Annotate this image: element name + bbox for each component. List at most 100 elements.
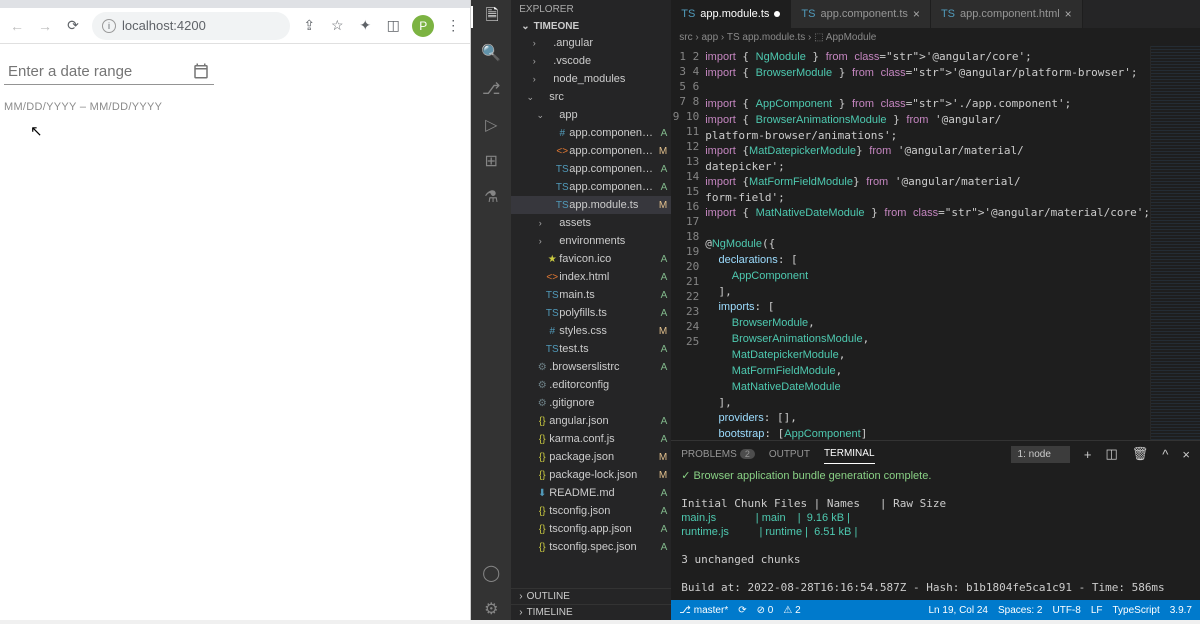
calendar-icon[interactable] bbox=[192, 62, 210, 80]
git-status: A bbox=[655, 308, 667, 319]
timeline-section[interactable]: ›TIMELINE bbox=[511, 604, 671, 620]
indent-setting[interactable]: Spaces: 2 bbox=[998, 605, 1042, 616]
code-area[interactable]: import { NgModule } from class="str">'@a… bbox=[705, 46, 1150, 440]
file-node[interactable]: <>app.component.htmlM bbox=[511, 142, 671, 160]
forward-button[interactable]: → bbox=[36, 17, 54, 35]
maximize-panel-icon[interactable]: ^ bbox=[1162, 447, 1168, 462]
git-status: A bbox=[655, 416, 667, 427]
folder-node[interactable]: ›environments bbox=[511, 232, 671, 250]
file-name: app.component.html bbox=[569, 145, 655, 157]
file-name: README.md bbox=[549, 487, 655, 499]
close-tab-icon[interactable]: × bbox=[913, 7, 920, 21]
file-node[interactable]: ★favicon.icoA bbox=[511, 250, 671, 268]
git-status: A bbox=[655, 164, 667, 175]
folder-node[interactable]: ⌄app bbox=[511, 106, 671, 124]
file-node[interactable]: <>index.htmlA bbox=[511, 268, 671, 286]
testing-icon[interactable]: ⚗ bbox=[480, 186, 502, 208]
file-node[interactable]: ⚙.gitignore bbox=[511, 394, 671, 412]
share-icon[interactable]: ⇪ bbox=[300, 17, 318, 35]
folder-node[interactable]: ⌄src bbox=[511, 88, 671, 106]
address-bar[interactable]: i localhost:4200 bbox=[92, 12, 290, 40]
file-node[interactable]: #app.component.cssA bbox=[511, 124, 671, 142]
account-icon[interactable]: ◯ bbox=[480, 562, 502, 584]
git-status: A bbox=[655, 254, 667, 265]
vscode-window: 🗎 🔍 ⎇ ▷ ⊞ ⚗ ◯ ⚙ Explorer ⌄TIMEONE ›.angu… bbox=[471, 0, 1200, 620]
file-node[interactable]: TSpolyfills.tsA bbox=[511, 304, 671, 322]
tab-output[interactable]: OUTPUT bbox=[769, 445, 810, 464]
split-terminal-icon[interactable]: ◫ bbox=[1105, 446, 1117, 462]
file-name: tsconfig.spec.json bbox=[549, 541, 655, 553]
file-node[interactable]: {}tsconfig.jsonA bbox=[511, 502, 671, 520]
sidepanel-icon[interactable]: ◫ bbox=[384, 17, 402, 35]
file-name: polyfills.ts bbox=[559, 307, 655, 319]
editor-tab[interactable]: TSapp.module.ts bbox=[671, 0, 791, 28]
file-icon: ⚙ bbox=[535, 398, 549, 409]
reload-button[interactable]: ⟳ bbox=[64, 17, 82, 35]
file-node[interactable]: {}angular.jsonA bbox=[511, 412, 671, 430]
profile-avatar[interactable]: P bbox=[412, 15, 434, 37]
file-node[interactable]: {}karma.conf.jsA bbox=[511, 430, 671, 448]
folder-node[interactable]: ›assets bbox=[511, 214, 671, 232]
file-node[interactable]: {}tsconfig.app.jsonA bbox=[511, 520, 671, 538]
explorer-icon[interactable]: 🗎 bbox=[471, 6, 511, 28]
language-mode[interactable]: TypeScript bbox=[1113, 605, 1160, 616]
file-node[interactable]: TSapp.component.spec.tsA bbox=[511, 178, 671, 196]
settings-gear-icon[interactable]: ⚙ bbox=[480, 598, 502, 620]
file-name: main.ts bbox=[559, 289, 655, 301]
editor-tab[interactable]: TSapp.component.ts× bbox=[791, 0, 931, 28]
file-node[interactable]: #styles.cssM bbox=[511, 322, 671, 340]
file-node[interactable]: TStest.tsA bbox=[511, 340, 671, 358]
editor-tab[interactable]: TSapp.component.html× bbox=[931, 0, 1083, 28]
file-node[interactable]: {}package-lock.jsonM bbox=[511, 466, 671, 484]
browser-toolbar: ← → ⟳ i localhost:4200 ⇪ ☆ ✦ ◫ P ⋮ bbox=[0, 8, 470, 44]
outline-section[interactable]: ›OUTLINE bbox=[511, 588, 671, 604]
tab-terminal[interactable]: TERMINAL bbox=[824, 444, 875, 464]
site-info-icon[interactable]: i bbox=[102, 19, 116, 33]
errors-count[interactable]: ⊘ 0 bbox=[757, 605, 774, 616]
back-button[interactable]: ← bbox=[8, 17, 26, 35]
bookmark-icon[interactable]: ☆ bbox=[328, 17, 346, 35]
file-node[interactable]: {}package.jsonM bbox=[511, 448, 671, 466]
date-range-field[interactable]: Enter a date range bbox=[4, 56, 214, 85]
file-node[interactable]: ⬇README.mdA bbox=[511, 484, 671, 502]
folder-node[interactable]: ›node_modules bbox=[511, 70, 671, 88]
git-status: A bbox=[655, 128, 667, 139]
new-terminal-icon[interactable]: + bbox=[1084, 447, 1092, 462]
file-node[interactable]: TSapp.component.tsA bbox=[511, 160, 671, 178]
close-panel-icon[interactable]: × bbox=[1182, 447, 1190, 462]
project-header[interactable]: ⌄TIMEONE bbox=[511, 19, 671, 34]
sync-icon[interactable]: ⟳ bbox=[738, 605, 746, 616]
extensions-icon[interactable]: ✦ bbox=[356, 17, 374, 35]
file-icon: ★ bbox=[545, 254, 559, 265]
menu-icon[interactable]: ⋮ bbox=[444, 17, 462, 35]
terminal-output[interactable]: ✓ Browser application bundle generation … bbox=[671, 467, 1200, 600]
extensions-icon[interactable]: ⊞ bbox=[480, 150, 502, 172]
search-icon[interactable]: 🔍 bbox=[480, 42, 502, 64]
file-node[interactable]: ⚙.browserslistrcA bbox=[511, 358, 671, 376]
ext-version[interactable]: 3.9.7 bbox=[1170, 605, 1192, 616]
editor-main: TSapp.module.tsTSapp.component.ts×TSapp.… bbox=[671, 0, 1200, 620]
editor[interactable]: 1 2 3 4 5 6 7 8 9 10 11 12 13 14 15 16 1… bbox=[671, 46, 1200, 440]
file-node[interactable]: TSmain.tsA bbox=[511, 286, 671, 304]
close-tab-icon[interactable]: × bbox=[1065, 7, 1072, 21]
file-node[interactable]: ⚙.editorconfig bbox=[511, 376, 671, 394]
file-node[interactable]: {}tsconfig.spec.jsonA bbox=[511, 538, 671, 556]
status-bar: ⎇ master* ⟳ ⊘ 0 ⚠ 2 Ln 19, Col 24 Spaces… bbox=[671, 600, 1200, 620]
terminal-select[interactable]: 1: node bbox=[1011, 446, 1070, 463]
source-control-icon[interactable]: ⎇ bbox=[480, 78, 502, 100]
cursor-position[interactable]: Ln 19, Col 24 bbox=[929, 605, 989, 616]
file-name: .vscode bbox=[553, 55, 655, 67]
git-branch[interactable]: ⎇ master* bbox=[679, 605, 728, 616]
kill-terminal-icon[interactable]: 🗑 bbox=[1132, 446, 1149, 462]
debug-icon[interactable]: ▷ bbox=[480, 114, 502, 136]
encoding[interactable]: UTF-8 bbox=[1052, 605, 1080, 616]
minimap[interactable] bbox=[1150, 46, 1200, 440]
folder-node[interactable]: ›.angular bbox=[511, 34, 671, 52]
tab-problems[interactable]: PROBLEMS2 bbox=[681, 445, 755, 464]
breadcrumb[interactable]: src › app › TS app.module.ts › ⬚ AppModu… bbox=[671, 28, 1200, 46]
eol[interactable]: LF bbox=[1091, 605, 1103, 616]
file-icon: TS bbox=[545, 290, 559, 301]
folder-node[interactable]: ›.vscode bbox=[511, 52, 671, 70]
file-node[interactable]: TSapp.module.tsM bbox=[511, 196, 671, 214]
warnings-count[interactable]: ⚠ 2 bbox=[783, 605, 800, 616]
